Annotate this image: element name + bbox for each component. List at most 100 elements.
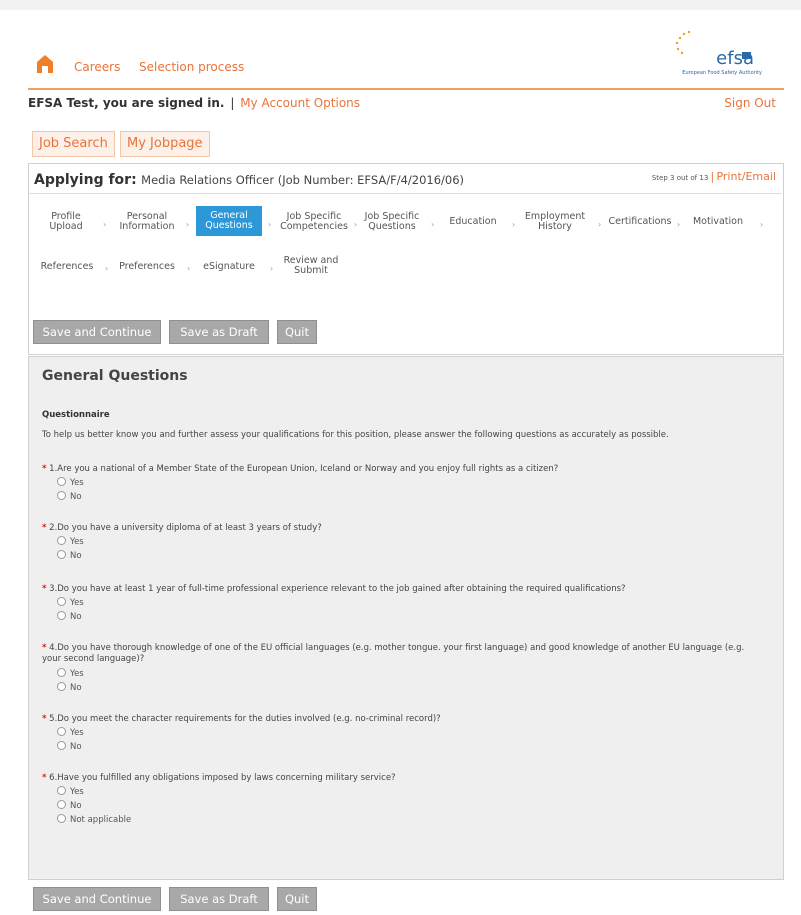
radio-button[interactable] bbox=[57, 597, 66, 606]
home-icon[interactable] bbox=[36, 54, 54, 74]
arrow-right-icon: › bbox=[598, 220, 602, 229]
step-indicator: Step 3 out of 13 | Print/Email bbox=[652, 170, 776, 183]
option-label: No bbox=[70, 742, 82, 752]
save-as-draft-button-bottom[interactable]: Save as Draft bbox=[169, 887, 269, 911]
step-count: Step 3 out of 13 bbox=[651, 174, 709, 182]
option-label: No bbox=[70, 551, 82, 561]
save-as-draft-button[interactable]: Save as Draft bbox=[169, 320, 269, 344]
question-text: 1.Are you a national of a Member State o… bbox=[49, 464, 559, 474]
divider bbox=[28, 193, 782, 194]
radio-button[interactable] bbox=[57, 786, 66, 795]
step-references[interactable]: References bbox=[36, 262, 98, 272]
option-label: No bbox=[70, 801, 82, 811]
required-marker: * bbox=[42, 714, 47, 724]
questionnaire-heading: Questionnaire bbox=[42, 410, 110, 420]
question-text: 4.Do you have thorough knowledge of one … bbox=[42, 643, 745, 664]
tab-job-search[interactable]: Job Search bbox=[32, 131, 115, 157]
step-preferences[interactable]: Preferences bbox=[114, 262, 180, 272]
radio-button[interactable] bbox=[57, 611, 66, 620]
nav-careers[interactable]: Careers bbox=[74, 60, 120, 74]
required-marker: * bbox=[42, 643, 47, 653]
efsa-logo-text: efsa bbox=[716, 48, 754, 69]
radio-option-no[interactable]: No bbox=[57, 550, 82, 561]
radio-option-no[interactable]: No bbox=[57, 741, 82, 752]
option-label: Yes bbox=[70, 669, 84, 679]
radio-button[interactable] bbox=[57, 536, 66, 545]
radio-button[interactable] bbox=[57, 682, 66, 691]
question-text: 5.Do you meet the character requirements… bbox=[49, 714, 441, 724]
arrow-right-icon: › bbox=[103, 220, 107, 229]
applying-for-label: Applying for: bbox=[34, 172, 137, 188]
option-label: Yes bbox=[70, 598, 84, 608]
save-and-continue-button-bottom[interactable]: Save and Continue bbox=[33, 887, 161, 911]
efsa-logo-subtitle: European Food Safety Authority bbox=[682, 70, 762, 76]
question-text: 6.Have you fulfilled any obligations imp… bbox=[49, 773, 396, 783]
radio-option-no[interactable]: No bbox=[57, 800, 82, 811]
signed-in-text: EFSA Test, you are signed in. bbox=[28, 96, 225, 110]
question-1: * 1.Are you a national of a Member State… bbox=[42, 464, 758, 475]
applying-for-row: Applying for: Media Relations Officer (J… bbox=[34, 170, 776, 188]
step-motivation[interactable]: Motivation bbox=[688, 217, 748, 227]
radio-button[interactable] bbox=[57, 814, 66, 823]
radio-option-yes[interactable]: Yes bbox=[57, 536, 84, 547]
radio-button[interactable] bbox=[57, 800, 66, 809]
option-label: Yes bbox=[70, 728, 84, 738]
step-certifications[interactable]: Certifications bbox=[604, 217, 676, 227]
radio-option-no[interactable]: No bbox=[57, 611, 82, 622]
step-education[interactable]: Education bbox=[446, 217, 500, 227]
step-general-questions-label: General Questions bbox=[205, 210, 253, 231]
arrow-right-icon: › bbox=[268, 220, 272, 229]
my-account-options-link[interactable]: My Account Options bbox=[240, 96, 360, 110]
question-2: * 2.Do you have a university diploma of … bbox=[42, 523, 758, 534]
step-review-and-submit[interactable]: Review and Submit bbox=[280, 256, 342, 276]
radio-option-no[interactable]: No bbox=[57, 491, 82, 502]
step-esignature[interactable]: eSignature bbox=[198, 262, 260, 272]
questionnaire-intro: To help us better know you and further a… bbox=[42, 430, 669, 440]
radio-option-yes[interactable]: Yes bbox=[57, 786, 84, 797]
radio-button[interactable] bbox=[57, 477, 66, 486]
step-job-specific-questions[interactable]: Job Specific Questions bbox=[360, 212, 424, 232]
question-6: * 6.Have you fulfilled any obligations i… bbox=[42, 773, 758, 784]
question-text: 3.Do you have at least 1 year of full-ti… bbox=[49, 584, 626, 594]
step-profile-upload[interactable]: Profile Upload bbox=[44, 212, 88, 232]
radio-button[interactable] bbox=[57, 491, 66, 500]
question-5: * 5.Do you meet the character requiremen… bbox=[42, 714, 758, 725]
sign-out-link[interactable]: Sign Out bbox=[724, 96, 776, 110]
step-personal-information[interactable]: Personal Information bbox=[112, 212, 182, 232]
radio-option-yes[interactable]: Yes bbox=[57, 727, 84, 738]
radio-button[interactable] bbox=[57, 550, 66, 559]
nav-selection-process[interactable]: Selection process bbox=[139, 60, 244, 74]
step-job-specific-competencies[interactable]: Job Specific Competencies bbox=[276, 212, 352, 232]
option-label: Yes bbox=[70, 537, 84, 547]
radio-button[interactable] bbox=[57, 741, 66, 750]
arrow-right-icon: › bbox=[187, 264, 191, 273]
step-general-questions-active[interactable]: General Questions bbox=[196, 206, 262, 236]
arrow-right-icon: › bbox=[270, 264, 274, 273]
required-marker: * bbox=[42, 523, 47, 533]
quit-button[interactable]: Quit bbox=[277, 320, 317, 344]
option-label: No bbox=[70, 683, 82, 693]
top-strip bbox=[0, 0, 801, 10]
arrow-right-icon: › bbox=[354, 220, 358, 229]
separator: | bbox=[710, 170, 715, 183]
option-label: Yes bbox=[70, 787, 84, 797]
radio-button[interactable] bbox=[57, 668, 66, 677]
radio-option-not-applicable[interactable]: Not applicable bbox=[57, 814, 131, 825]
radio-option-no[interactable]: No bbox=[57, 682, 82, 693]
arrow-right-icon: › bbox=[677, 220, 681, 229]
quit-button-bottom[interactable]: Quit bbox=[277, 887, 317, 911]
radio-button[interactable] bbox=[57, 727, 66, 736]
radio-option-yes[interactable]: Yes bbox=[57, 597, 84, 608]
save-and-continue-button[interactable]: Save and Continue bbox=[33, 320, 161, 344]
question-text: 2.Do you have a university diploma of at… bbox=[49, 523, 322, 533]
arrow-right-icon: › bbox=[760, 220, 764, 229]
radio-option-yes[interactable]: Yes bbox=[57, 477, 84, 488]
step-employment-history[interactable]: Employment History bbox=[522, 212, 588, 232]
site-header: Careers Selection process efsa European … bbox=[28, 18, 784, 90]
tab-my-jobpage[interactable]: My Jobpage bbox=[120, 131, 210, 157]
print-email-link[interactable]: Print/Email bbox=[716, 170, 776, 183]
question-4: * 4.Do you have thorough knowledge of on… bbox=[42, 643, 758, 665]
radio-option-yes[interactable]: Yes bbox=[57, 668, 84, 679]
separator: | bbox=[230, 96, 235, 110]
section-title: General Questions bbox=[42, 368, 188, 384]
